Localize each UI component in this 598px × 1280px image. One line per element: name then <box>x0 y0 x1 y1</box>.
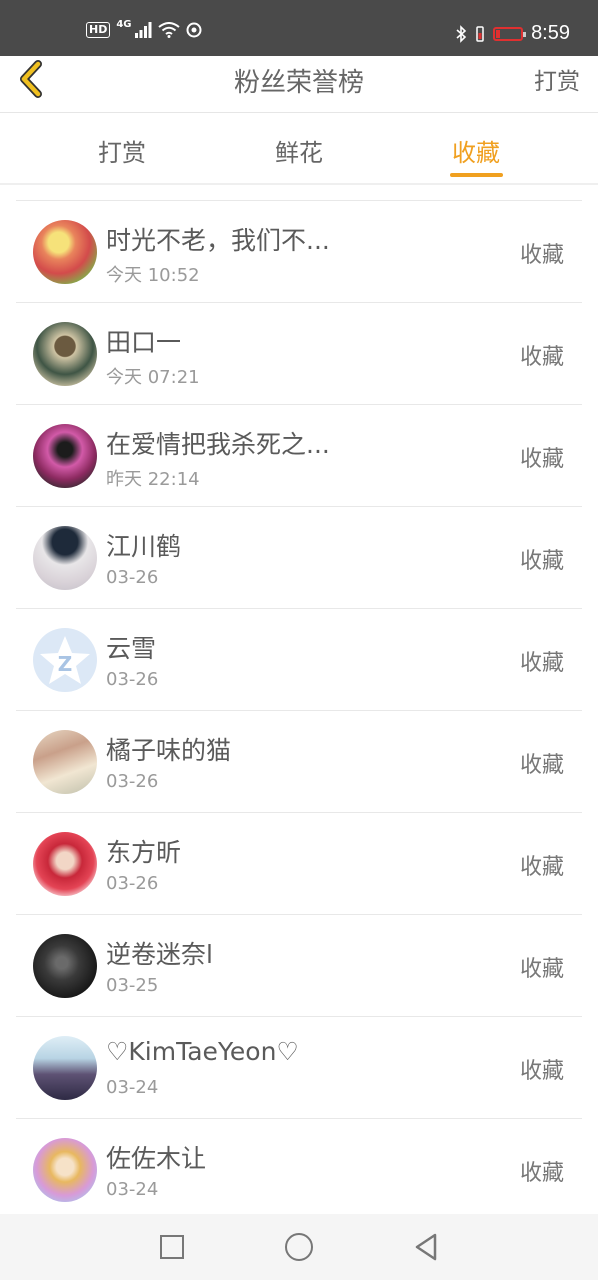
network-type: 4G <box>116 18 132 30</box>
avatar: Z <box>33 628 97 692</box>
avatar <box>33 832 97 896</box>
list-item[interactable]: ♡KimTaeYeon♡ 03-24 收藏 <box>16 1017 582 1119</box>
avatar <box>33 934 97 998</box>
list-item[interactable]: 逆卷迷奈l 03-25 收藏 <box>16 915 582 1017</box>
fan-name: 田口一 <box>106 328 182 357</box>
triangle-back-icon[interactable] <box>413 1232 439 1262</box>
list-item[interactable]: 江川鹤 03-26 收藏 <box>16 507 582 609</box>
fan-time: 03-25 <box>106 975 159 996</box>
fan-name: 在爱情把我杀死之... <box>106 430 330 459</box>
fan-time: 今天 10:52 <box>106 265 200 286</box>
default-avatar-icon: Z <box>40 636 90 684</box>
header: 粉丝荣誉榜 打赏 <box>0 56 598 113</box>
fan-action: 收藏 <box>519 549 564 574</box>
square-recents-icon[interactable] <box>160 1235 184 1259</box>
fan-name: 时光不老，我们不... <box>106 226 330 255</box>
hotspot-icon <box>186 22 202 38</box>
status-left: HD 4G <box>86 18 202 38</box>
fan-action: 收藏 <box>519 855 564 880</box>
fan-time: 03-24 <box>106 1179 159 1200</box>
hd-badge: HD <box>86 22 111 38</box>
signal-icon <box>134 22 152 38</box>
fan-list: 时光不老，我们不... 今天 10:52 收藏 田口一 今天 07:21 收藏 … <box>16 200 582 1221</box>
avatar <box>33 424 97 488</box>
fan-time: 今天 07:21 <box>106 367 200 388</box>
fan-action: 收藏 <box>519 957 564 982</box>
wifi-icon <box>157 22 180 38</box>
reward-button[interactable]: 打赏 <box>534 62 580 96</box>
fan-name: 江川鹤 <box>106 532 182 561</box>
fan-action: 收藏 <box>519 1161 564 1186</box>
fan-action: 收藏 <box>519 1059 564 1084</box>
avatar <box>33 526 97 590</box>
avatar <box>33 1036 97 1100</box>
active-tab-indicator <box>450 173 503 177</box>
fan-action: 收藏 <box>519 447 564 472</box>
avatar <box>33 730 97 794</box>
fan-name: 佐佐木让 <box>106 1144 207 1173</box>
fan-name: 云雪 <box>106 634 157 663</box>
status-bar: HD 4G 8:59 <box>0 0 598 56</box>
fan-action: 收藏 <box>519 651 564 676</box>
list-item[interactable]: 时光不老，我们不... 今天 10:52 收藏 <box>16 201 582 303</box>
fan-time: 昨天 22:14 <box>106 469 200 490</box>
tab-reward[interactable]: 打赏 <box>62 133 182 168</box>
fan-action: 收藏 <box>519 345 564 370</box>
avatar <box>33 1138 97 1202</box>
fan-action: 收藏 <box>519 243 564 268</box>
tab-bar: 打赏 鲜花 收藏 <box>0 113 598 185</box>
fan-time: 03-24 <box>106 1077 159 1098</box>
svg-text:Z: Z <box>58 652 73 676</box>
clock: 8:59 <box>531 22 570 44</box>
status-right: 8:59 <box>455 22 570 45</box>
list-item[interactable]: 橘子味的猫 03-26 收藏 <box>16 711 582 813</box>
tab-flowers[interactable]: 鲜花 <box>239 133 359 168</box>
fan-name: 逆卷迷奈l <box>106 940 213 969</box>
fan-time: 03-26 <box>106 669 159 690</box>
fan-name: 橘子味的猫 <box>106 736 232 765</box>
circle-home-icon[interactable] <box>285 1233 313 1261</box>
bluetooth-icon <box>456 24 467 43</box>
list-item[interactable]: 在爱情把我杀死之... 昨天 22:14 收藏 <box>16 405 582 507</box>
vibrate-icon <box>476 25 484 42</box>
page-title: 粉丝荣誉榜 <box>233 68 364 98</box>
list-item[interactable]: 佐佐木让 03-24 收藏 <box>16 1119 582 1221</box>
system-nav-bar <box>0 1214 598 1280</box>
fan-time: 03-26 <box>106 873 159 894</box>
tab-favorites[interactable]: 收藏 <box>416 133 536 168</box>
list-item[interactable]: 田口一 今天 07:21 收藏 <box>16 303 582 405</box>
fan-time: 03-26 <box>106 771 159 792</box>
avatar <box>33 220 97 284</box>
avatar <box>33 322 97 386</box>
fan-action: 收藏 <box>519 753 564 778</box>
list-item[interactable]: Z 云雪 03-26 收藏 <box>16 609 582 711</box>
fan-name: 东方昕 <box>106 838 182 867</box>
fan-time: 03-26 <box>106 567 159 588</box>
fan-name: ♡KimTaeYeon♡ <box>106 1037 299 1066</box>
list-item[interactable]: 东方昕 03-26 收藏 <box>16 813 582 915</box>
battery-icon <box>493 26 527 41</box>
